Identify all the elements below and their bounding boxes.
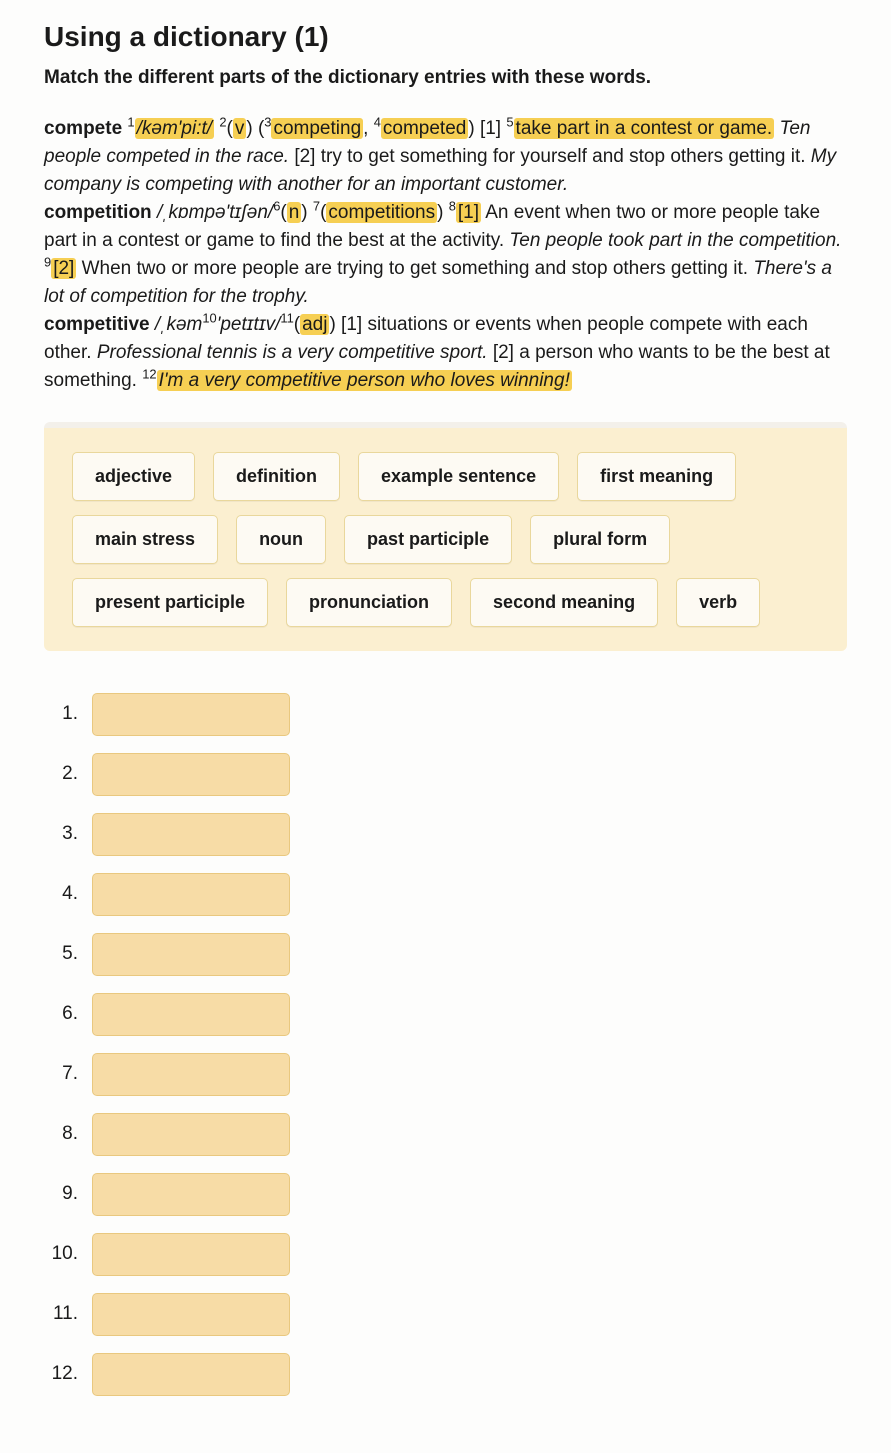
pronunciation-competitive-a: /ˌkəm: [150, 314, 203, 335]
definition-1: take part in a contest or game.: [514, 118, 775, 139]
answer-row-8: 8.: [44, 1113, 847, 1156]
headword-competitive: competitive: [44, 314, 150, 335]
answer-number: 3.: [44, 820, 92, 849]
word-chip-example-sentence[interactable]: example sentence: [358, 452, 559, 501]
sense-1-bracket: [1]: [456, 202, 481, 223]
answer-row-9: 9.: [44, 1173, 847, 1216]
word-chip-adjective[interactable]: adjective: [72, 452, 195, 501]
answer-row-12: 12.: [44, 1353, 847, 1396]
answer-row-11: 11.: [44, 1293, 847, 1336]
answer-number: 4.: [44, 880, 92, 909]
answer-row-10: 10.: [44, 1233, 847, 1276]
marker-7: 7: [313, 199, 320, 214]
answer-row-2: 2.: [44, 753, 847, 796]
marker-11: 11: [280, 311, 293, 326]
dictionary-entries: compete 1/kəm'pi:t/ 2(v) (3competing, 4c…: [44, 115, 847, 396]
answer-slot-9[interactable]: [92, 1173, 290, 1216]
word-chip-past-participle[interactable]: past participle: [344, 515, 512, 564]
word-chip-second-meaning[interactable]: second meaning: [470, 578, 658, 627]
answer-row-4: 4.: [44, 873, 847, 916]
answer-slot-10[interactable]: [92, 1233, 290, 1276]
answer-number: 11.: [44, 1300, 92, 1329]
marker-1: 1: [127, 114, 134, 129]
word-chip-pronunciation[interactable]: pronunciation: [286, 578, 452, 627]
marker-6: 6: [273, 199, 280, 214]
word-chip-definition[interactable]: definition: [213, 452, 340, 501]
pronunciation-competitive-b: 'petɪtɪv/: [217, 314, 281, 335]
marker-5: 5: [506, 114, 513, 129]
answer-slot-5[interactable]: [92, 933, 290, 976]
word-chip-verb[interactable]: verb: [676, 578, 760, 627]
marker-12: 12: [142, 367, 156, 382]
marker-10: 10: [202, 311, 216, 326]
word-chip-noun[interactable]: noun: [236, 515, 326, 564]
word-chip-plural-form[interactable]: plural form: [530, 515, 670, 564]
example-3a: Professional tennis is a very competitiv…: [97, 342, 488, 363]
answer-number: 6.: [44, 1000, 92, 1029]
answer-slot-2[interactable]: [92, 753, 290, 796]
answer-number: 1.: [44, 700, 92, 729]
marker-8: 8: [449, 199, 456, 214]
answer-slot-8[interactable]: [92, 1113, 290, 1156]
word-chip-main-stress[interactable]: main stress: [72, 515, 218, 564]
marker-4: 4: [374, 114, 381, 129]
answer-number: 5.: [44, 940, 92, 969]
plural-form: competitions: [326, 202, 437, 223]
pronunciation-competition: /ˌkɒmpə'tɪʃən/: [152, 202, 274, 223]
answer-row-3: 3.: [44, 813, 847, 856]
pos-noun: n: [287, 202, 302, 223]
answer-number: 12.: [44, 1360, 92, 1389]
answer-slot-4[interactable]: [92, 873, 290, 916]
example-2a: Ten people took part in the competition.: [509, 230, 841, 251]
headword-competition: competition: [44, 202, 152, 223]
sense-2-bracket: [2]: [51, 258, 76, 279]
marker-2: 2: [219, 114, 226, 129]
word-chip-present-participle[interactable]: present participle: [72, 578, 268, 627]
present-participle: competing: [271, 118, 363, 139]
answer-slot-6[interactable]: [92, 993, 290, 1036]
answer-slot-1[interactable]: [92, 693, 290, 736]
answer-number: 2.: [44, 760, 92, 789]
answer-number: 9.: [44, 1180, 92, 1209]
example-3b: I'm a very competitive person who loves …: [157, 370, 572, 391]
pos-verb: v: [233, 118, 247, 139]
answer-slot-7[interactable]: [92, 1053, 290, 1096]
answer-list: 1. 2. 3. 4. 5. 6. 7. 8. 9. 10. 11. 12.: [44, 693, 847, 1396]
answer-slot-12[interactable]: [92, 1353, 290, 1396]
instructions-text: Match the different parts of the diction…: [44, 64, 847, 93]
word-chip-first-meaning[interactable]: first meaning: [577, 452, 736, 501]
answer-number: 8.: [44, 1120, 92, 1149]
page-title: Using a dictionary (1): [44, 16, 847, 58]
word-bank: adjective definition example sentence first…: [44, 422, 847, 651]
headword-compete: compete: [44, 118, 122, 139]
answer-row-6: 6.: [44, 993, 847, 1036]
answer-number: 10.: [44, 1240, 92, 1269]
answer-slot-3[interactable]: [92, 813, 290, 856]
answer-number: 7.: [44, 1060, 92, 1089]
answer-row-1: 1.: [44, 693, 847, 736]
answer-slot-11[interactable]: [92, 1293, 290, 1336]
past-participle: competed: [381, 118, 468, 139]
answer-row-7: 7.: [44, 1053, 847, 1096]
answer-row-5: 5.: [44, 933, 847, 976]
pos-adjective: adj: [300, 314, 329, 335]
pronunciation-compete: /kəm'pi:t/: [135, 118, 214, 139]
